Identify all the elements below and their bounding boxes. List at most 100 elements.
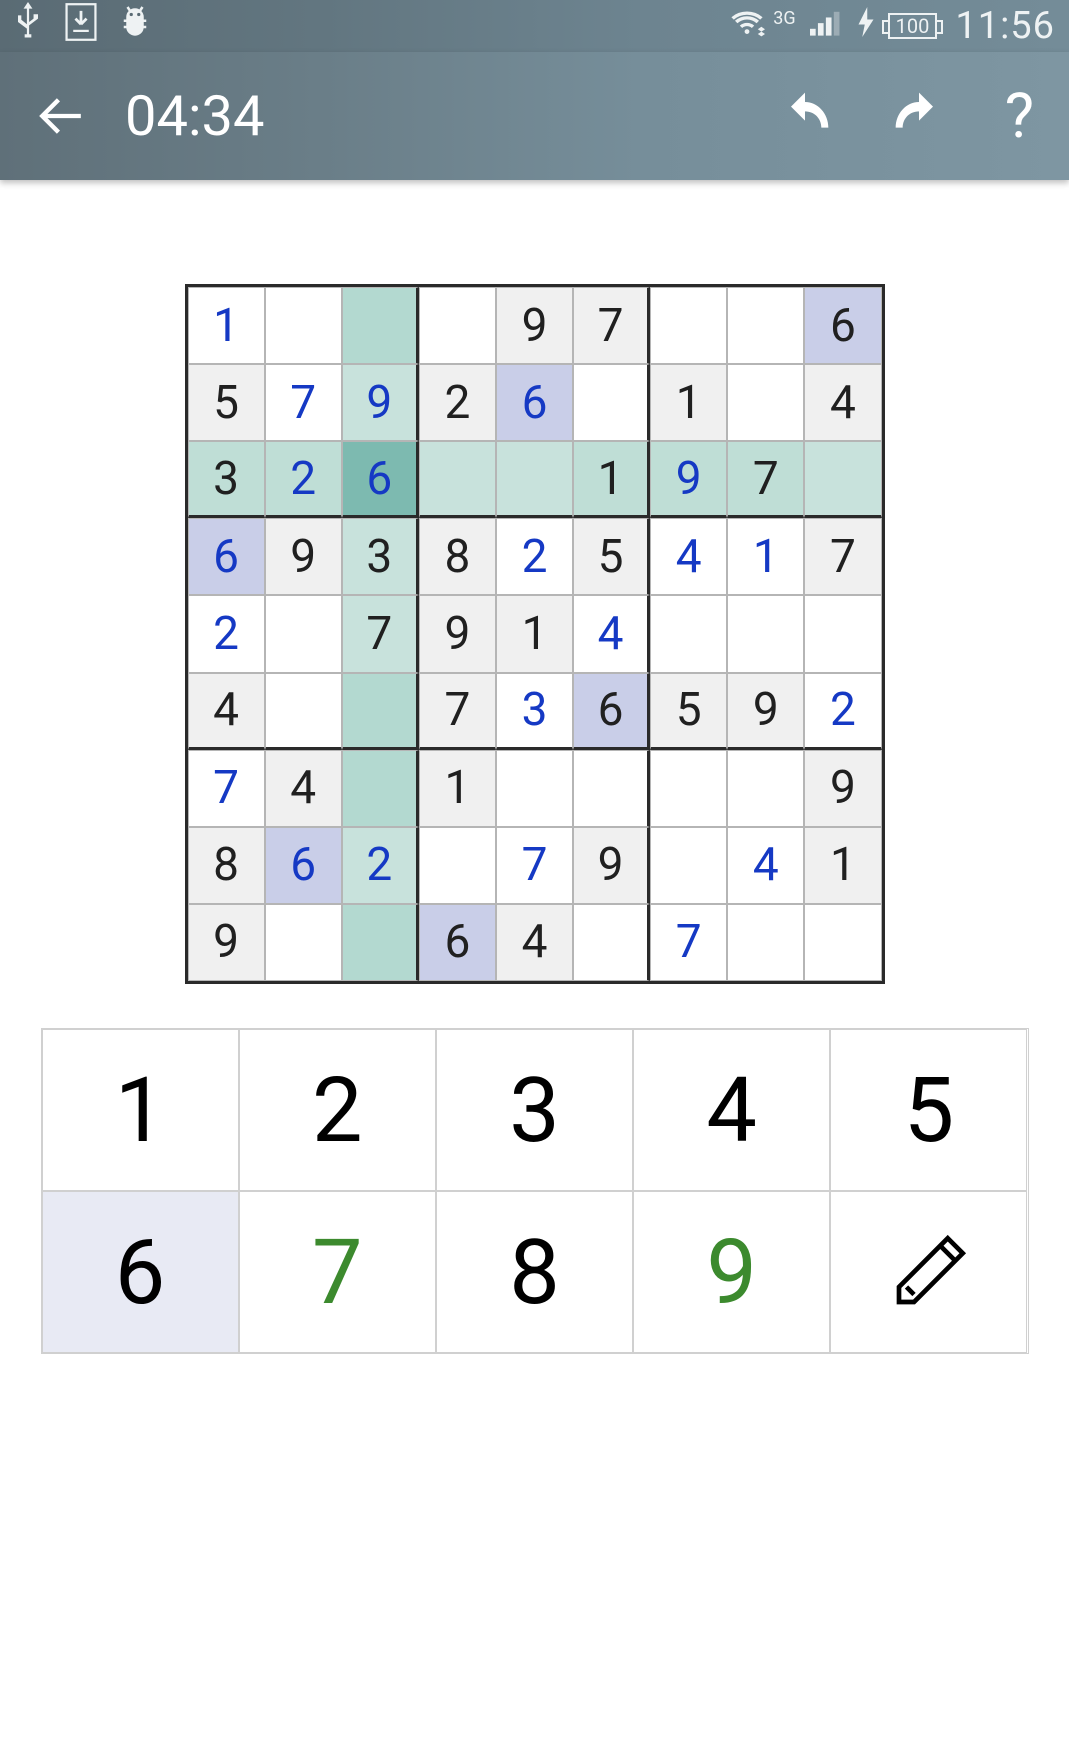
numpad-5[interactable]: 5 [830, 1029, 1027, 1191]
sudoku-cell-r5-c5[interactable]: 6 [573, 673, 650, 750]
android-debug-icon [120, 4, 150, 48]
sudoku-cell-r5-c6[interactable]: 5 [650, 673, 727, 750]
sudoku-cell-r4-c6[interactable] [650, 595, 727, 672]
sudoku-cell-r3-c1[interactable]: 9 [265, 518, 342, 595]
sudoku-cell-r3-c6[interactable]: 4 [650, 518, 727, 595]
redo-button[interactable] [891, 88, 947, 144]
sudoku-cell-r2-c7[interactable]: 7 [727, 441, 804, 518]
sudoku-cell-r4-c4[interactable]: 1 [496, 595, 573, 672]
sudoku-cell-r3-c7[interactable]: 1 [727, 518, 804, 595]
sudoku-cell-r6-c8[interactable]: 9 [804, 750, 881, 827]
back-button[interactable] [35, 91, 85, 141]
sudoku-cell-r3-c8[interactable]: 7 [804, 518, 881, 595]
sudoku-cell-r8-c7[interactable] [727, 904, 804, 981]
sudoku-cell-r1-c3[interactable]: 2 [419, 364, 496, 441]
sudoku-cell-r6-c6[interactable] [650, 750, 727, 827]
sudoku-cell-r6-c5[interactable] [573, 750, 650, 827]
sudoku-cell-r3-c3[interactable]: 8 [419, 518, 496, 595]
sudoku-cell-r4-c3[interactable]: 9 [419, 595, 496, 672]
sudoku-cell-r8-c1[interactable] [265, 904, 342, 981]
numpad-8[interactable]: 8 [436, 1191, 633, 1353]
download-icon [64, 2, 98, 50]
sudoku-cell-r2-c3[interactable] [419, 441, 496, 518]
numpad-6[interactable]: 6 [42, 1191, 239, 1353]
sudoku-cell-r7-c6[interactable] [650, 827, 727, 904]
sudoku-cell-r5-c3[interactable]: 7 [419, 673, 496, 750]
numpad-9[interactable]: 9 [633, 1191, 830, 1353]
undo-button[interactable] [777, 88, 833, 144]
numpad-3[interactable]: 3 [436, 1029, 633, 1191]
numpad-7[interactable]: 7 [239, 1191, 436, 1353]
sudoku-cell-r7-c7[interactable]: 4 [727, 827, 804, 904]
sudoku-cell-r7-c8[interactable]: 1 [804, 827, 881, 904]
sudoku-cell-r1-c5[interactable] [573, 364, 650, 441]
sudoku-cell-r8-c6[interactable]: 7 [650, 904, 727, 981]
sudoku-cell-r2-c5[interactable]: 1 [573, 441, 650, 518]
sudoku-cell-r0-c3[interactable] [419, 287, 496, 364]
sudoku-cell-r8-c5[interactable] [573, 904, 650, 981]
sudoku-cell-r1-c8[interactable]: 4 [804, 364, 881, 441]
sudoku-cell-r2-c8[interactable] [804, 441, 881, 518]
sudoku-cell-r2-c4[interactable] [496, 441, 573, 518]
sudoku-cell-r3-c0[interactable]: 6 [188, 518, 265, 595]
sudoku-cell-r7-c0[interactable]: 8 [188, 827, 265, 904]
sudoku-cell-r1-c4[interactable]: 6 [496, 364, 573, 441]
sudoku-cell-r7-c3[interactable] [419, 827, 496, 904]
sudoku-cell-r0-c0[interactable]: 1 [188, 287, 265, 364]
sudoku-cell-r4-c7[interactable] [727, 595, 804, 672]
sudoku-cell-r0-c8[interactable]: 6 [804, 287, 881, 364]
numpad-1[interactable]: 1 [42, 1029, 239, 1191]
sudoku-cell-r8-c8[interactable] [804, 904, 881, 981]
sudoku-cell-r7-c4[interactable]: 7 [496, 827, 573, 904]
sudoku-cell-r8-c4[interactable]: 4 [496, 904, 573, 981]
sudoku-cell-r2-c1[interactable]: 2 [265, 441, 342, 518]
sudoku-cell-r6-c7[interactable] [727, 750, 804, 827]
usb-icon [14, 2, 42, 50]
sudoku-cell-r5-c2[interactable] [342, 673, 419, 750]
sudoku-cell-r5-c4[interactable]: 3 [496, 673, 573, 750]
sudoku-cell-r4-c1[interactable] [265, 595, 342, 672]
sudoku-cell-r8-c3[interactable]: 6 [419, 904, 496, 981]
sudoku-cell-r1-c0[interactable]: 5 [188, 364, 265, 441]
sudoku-cell-r5-c1[interactable] [265, 673, 342, 750]
sudoku-cell-r0-c7[interactable] [727, 287, 804, 364]
sudoku-cell-r0-c5[interactable]: 7 [573, 287, 650, 364]
sudoku-cell-r6-c3[interactable]: 1 [419, 750, 496, 827]
sudoku-cell-r2-c0[interactable]: 3 [188, 441, 265, 518]
sudoku-cell-r5-c8[interactable]: 2 [804, 673, 881, 750]
sudoku-cell-r6-c2[interactable] [342, 750, 419, 827]
toolbar-actions: ? [777, 80, 1034, 153]
sudoku-cell-r2-c6[interactable]: 9 [650, 441, 727, 518]
sudoku-cell-r0-c4[interactable]: 9 [496, 287, 573, 364]
sudoku-cell-r1-c6[interactable]: 1 [650, 364, 727, 441]
sudoku-cell-r4-c0[interactable]: 2 [188, 595, 265, 672]
sudoku-cell-r0-c2[interactable] [342, 287, 419, 364]
pencil-mode-button[interactable] [830, 1191, 1027, 1353]
sudoku-cell-r0-c6[interactable] [650, 287, 727, 364]
sudoku-cell-r5-c7[interactable]: 9 [727, 673, 804, 750]
sudoku-cell-r7-c5[interactable]: 9 [573, 827, 650, 904]
numpad-2[interactable]: 2 [239, 1029, 436, 1191]
sudoku-cell-r2-c2[interactable]: 6 [342, 441, 419, 518]
sudoku-cell-r5-c0[interactable]: 4 [188, 673, 265, 750]
sudoku-cell-r3-c2[interactable]: 3 [342, 518, 419, 595]
sudoku-cell-r6-c4[interactable] [496, 750, 573, 827]
sudoku-cell-r6-c0[interactable]: 7 [188, 750, 265, 827]
sudoku-cell-r0-c1[interactable] [265, 287, 342, 364]
sudoku-cell-r3-c5[interactable]: 5 [573, 518, 650, 595]
sudoku-cell-r4-c8[interactable] [804, 595, 881, 672]
sudoku-cell-r8-c2[interactable] [342, 904, 419, 981]
pencil-icon [884, 1227, 974, 1317]
help-button[interactable]: ? [1005, 80, 1034, 153]
numpad-4[interactable]: 4 [633, 1029, 830, 1191]
sudoku-cell-r6-c1[interactable]: 4 [265, 750, 342, 827]
sudoku-cell-r1-c2[interactable]: 9 [342, 364, 419, 441]
sudoku-cell-r1-c7[interactable] [727, 364, 804, 441]
sudoku-cell-r4-c5[interactable]: 4 [573, 595, 650, 672]
sudoku-cell-r7-c2[interactable]: 2 [342, 827, 419, 904]
sudoku-cell-r3-c4[interactable]: 2 [496, 518, 573, 595]
sudoku-cell-r1-c1[interactable]: 7 [265, 364, 342, 441]
sudoku-cell-r4-c2[interactable]: 7 [342, 595, 419, 672]
sudoku-cell-r8-c0[interactable]: 9 [188, 904, 265, 981]
sudoku-cell-r7-c1[interactable]: 6 [265, 827, 342, 904]
